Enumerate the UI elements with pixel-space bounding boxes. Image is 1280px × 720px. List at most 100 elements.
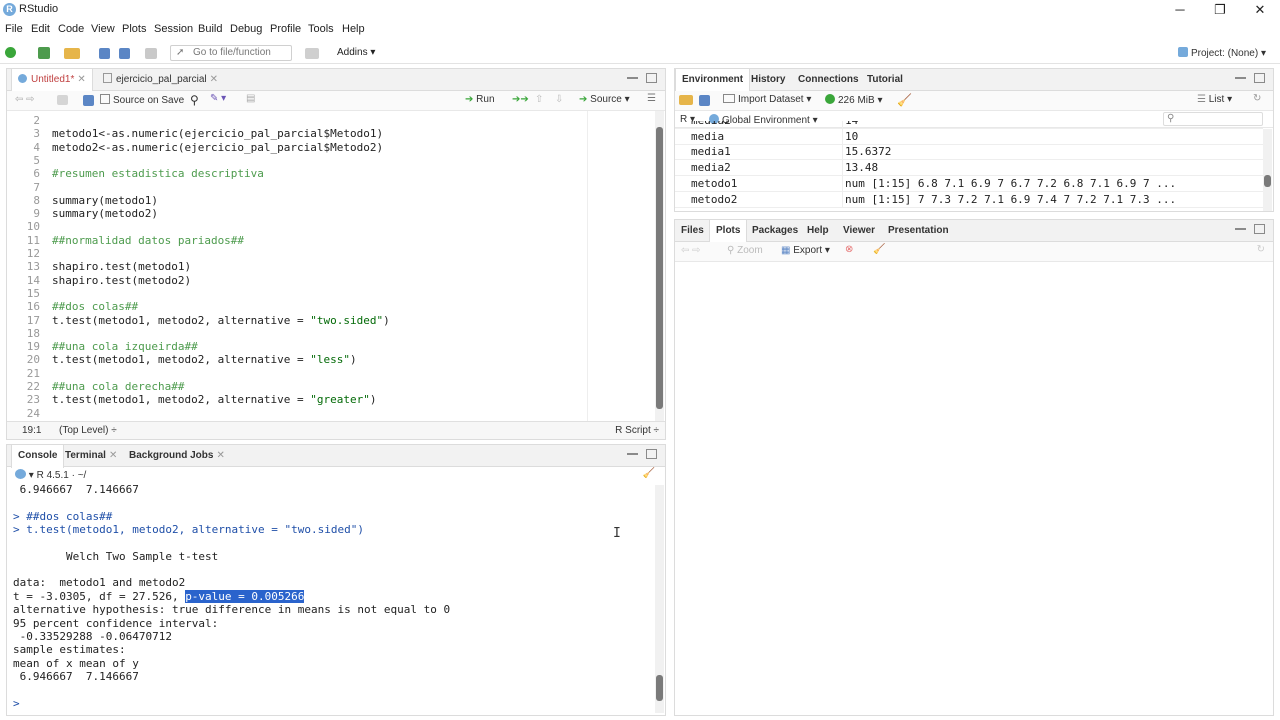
- menu-profile[interactable]: Profile: [270, 23, 301, 35]
- rerun-icon[interactable]: ➔➔: [512, 94, 529, 105]
- open-file-icon[interactable]: [64, 48, 80, 59]
- console-scroll-thumb[interactable]: [656, 675, 663, 701]
- code-line[interactable]: metodo1<-as.numeric(ejercicio_pal_parcia…: [52, 127, 383, 140]
- new-project-icon[interactable]: [38, 47, 50, 59]
- maximize-pane-icon[interactable]: [1254, 224, 1265, 234]
- close-button[interactable]: ✕: [1240, 0, 1280, 20]
- close-tab-icon[interactable]: ✕: [109, 450, 117, 461]
- save-file-icon[interactable]: [83, 95, 94, 106]
- tab-packages[interactable]: Packages: [746, 220, 804, 242]
- code-line[interactable]: t.test(metodo1, metodo2, alternative = "…: [52, 314, 390, 327]
- menu-edit[interactable]: Edit: [31, 23, 50, 35]
- menu-help[interactable]: Help: [342, 23, 365, 35]
- editor-scroll-thumb[interactable]: [656, 127, 663, 409]
- print-icon[interactable]: [145, 48, 157, 59]
- tab-viewer[interactable]: Viewer: [837, 220, 881, 242]
- file-type-selector[interactable]: R Script ÷: [615, 425, 659, 436]
- compile-report-icon[interactable]: ▤: [246, 93, 255, 104]
- menu-build[interactable]: Build: [198, 23, 222, 35]
- import-dataset-menu[interactable]: Import Dataset ▾: [723, 94, 811, 105]
- code-line[interactable]: metodo2<-as.numeric(ejercicio_pal_parcia…: [52, 141, 383, 154]
- project-menu[interactable]: Project: (None) ▾: [1177, 47, 1266, 59]
- outline-icon[interactable]: ☰: [647, 93, 656, 104]
- environment-scroll-thumb[interactable]: [1264, 175, 1271, 187]
- editor-code-area[interactable]: 2 3 metodo1<-as.numeric(ejercicio_pal_parc…: [7, 111, 653, 423]
- tab-terminal[interactable]: Terminal ✕: [59, 445, 123, 467]
- minimize-button[interactable]: ─: [1160, 0, 1200, 20]
- memory-usage[interactable]: 226 MiB ▾: [825, 94, 883, 106]
- minimize-pane-icon[interactable]: [1235, 76, 1246, 79]
- scope-selector[interactable]: (Top Level) ÷: [59, 425, 117, 436]
- environment-row[interactable]: media2 13.48: [675, 160, 1263, 177]
- clear-workspace-icon[interactable]: 🧹: [897, 93, 912, 107]
- tab-plots[interactable]: Plots: [709, 220, 748, 243]
- new-file-icon[interactable]: [5, 47, 16, 58]
- run-button[interactable]: ➔ Run: [465, 94, 495, 105]
- code-line[interactable]: ##normalidad datos pariados##: [52, 234, 244, 247]
- back-arrow-icon[interactable]: ⇦ ⇨: [15, 94, 35, 105]
- menu-code[interactable]: Code: [58, 23, 84, 35]
- tab-presentation[interactable]: Presentation: [882, 220, 955, 242]
- prev-plot-icon[interactable]: ⇦ ⇨: [681, 245, 701, 256]
- tab-files[interactable]: Files: [675, 220, 710, 242]
- zoom-button[interactable]: ⚲ Zoom: [727, 245, 763, 256]
- code-line[interactable]: #resumen estadistica descriptiva: [52, 167, 264, 180]
- editor-scrollbar[interactable]: [655, 111, 664, 423]
- menu-tools[interactable]: Tools: [308, 23, 334, 35]
- minimize-pane-icon[interactable]: [627, 452, 638, 455]
- close-tab-icon[interactable]: ✕: [77, 74, 85, 85]
- export-menu[interactable]: ▦ Export ▾: [781, 245, 830, 256]
- load-workspace-icon[interactable]: [679, 95, 693, 105]
- minimize-pane-icon[interactable]: [1235, 227, 1246, 230]
- code-line[interactable]: summary(metodo1): [52, 194, 158, 207]
- close-tab-icon[interactable]: ✕: [210, 74, 218, 85]
- go-to-file-input[interactable]: ➚ Go to file/function: [170, 45, 292, 61]
- menu-session[interactable]: Session: [154, 23, 193, 35]
- minimize-pane-icon[interactable]: [627, 76, 638, 79]
- code-line[interactable]: shapiro.test(metodo1): [52, 260, 191, 273]
- tab-environment[interactable]: Environment: [675, 69, 751, 92]
- addins-menu[interactable]: Addins ▾: [337, 47, 375, 58]
- code-line[interactable]: ##una cola izqueirda##: [52, 340, 198, 353]
- environment-scrollbar[interactable]: [1263, 129, 1272, 211]
- code-line[interactable]: ##dos colas##: [52, 300, 138, 313]
- source-on-save-checkbox[interactable]: Source on Save: [100, 94, 184, 106]
- save-all-icon[interactable]: [119, 48, 130, 59]
- code-line[interactable]: summary(metodo2): [52, 207, 158, 220]
- environment-row[interactable]: metodo1 num [1:15] 6.8 7.1 6.9 7 6.7 7.2 …: [675, 175, 1263, 192]
- selected-text[interactable]: p-value = 0.005266: [185, 589, 305, 603]
- console-scrollbar[interactable]: [655, 485, 664, 713]
- search-icon[interactable]: ⚲: [190, 93, 199, 107]
- go-down-icon[interactable]: ⇩: [555, 94, 563, 105]
- environment-row[interactable]: metodo2 num [1:15] 7 7.3 7.2 7.1 6.9 7.4 …: [675, 191, 1263, 208]
- code-tools-icon[interactable]: ✎ ▾: [210, 93, 226, 104]
- tab-untitled1[interactable]: Untitled1* ✕: [11, 69, 93, 92]
- workspace-panes-icon[interactable]: [305, 48, 319, 59]
- menu-view[interactable]: View: [91, 23, 115, 35]
- menu-debug[interactable]: Debug: [230, 23, 262, 35]
- console-output[interactable]: 6.946667 7.146667 > ##dos colas## > t.test…: [7, 483, 653, 715]
- environment-row[interactable]: media1 15.6372: [675, 144, 1263, 161]
- tab-ejercicio[interactable]: ejercicio_pal_parcial ✕: [97, 69, 224, 91]
- code-line[interactable]: t.test(metodo1, metodo2, alternative = "…: [52, 393, 377, 406]
- close-tab-icon[interactable]: ✕: [216, 450, 224, 461]
- view-mode-menu[interactable]: ☰ List ▾: [1197, 94, 1232, 105]
- maximize-pane-icon[interactable]: [646, 449, 657, 459]
- tab-tutorial[interactable]: Tutorial: [861, 69, 909, 91]
- maximize-pane-icon[interactable]: [646, 73, 657, 83]
- code-line[interactable]: ##una cola derecha##: [52, 380, 184, 393]
- source-button[interactable]: ➔ Source ▾: [579, 94, 630, 105]
- show-in-window-icon[interactable]: [57, 95, 68, 105]
- environment-row[interactable]: media 10: [675, 128, 1263, 145]
- tab-help[interactable]: Help: [801, 220, 835, 242]
- refresh-icon[interactable]: ↻: [1253, 93, 1261, 104]
- code-line[interactable]: t.test(metodo1, metodo2, alternative = "…: [52, 353, 357, 366]
- remove-plot-icon[interactable]: ⊗: [845, 244, 853, 255]
- save-workspace-icon[interactable]: [699, 95, 710, 106]
- go-up-icon[interactable]: ⇧: [535, 94, 543, 105]
- save-icon[interactable]: [99, 48, 110, 59]
- tab-history[interactable]: History: [745, 69, 791, 91]
- clear-console-icon[interactable]: 🧹: [643, 468, 655, 479]
- code-line[interactable]: shapiro.test(metodo2): [52, 274, 191, 287]
- clear-plots-icon[interactable]: 🧹: [873, 244, 885, 255]
